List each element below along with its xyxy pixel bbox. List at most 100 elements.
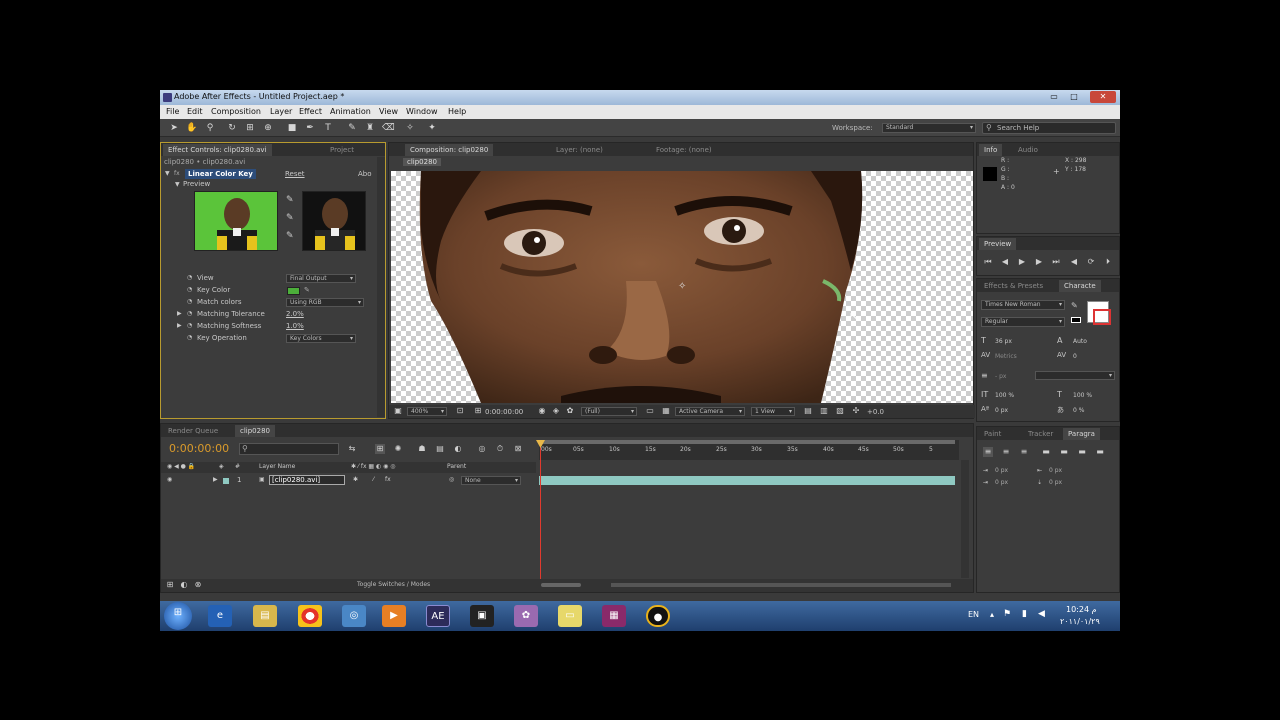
layer-label-color[interactable] bbox=[223, 478, 229, 484]
menu-layer[interactable]: Layer bbox=[270, 107, 292, 116]
hand-tool-icon[interactable]: ✋ bbox=[186, 122, 198, 134]
tab-timeline-comp[interactable]: clip0280 bbox=[235, 425, 275, 437]
menu-animation[interactable]: Animation bbox=[330, 107, 371, 116]
zoom-slider[interactable] bbox=[541, 583, 581, 587]
tab-character[interactable]: Characte bbox=[1059, 280, 1101, 292]
match-colors-dropdown[interactable]: Using RGB bbox=[286, 298, 364, 307]
menu-window[interactable]: Window bbox=[406, 107, 438, 116]
workspace-dropdown[interactable]: Standard bbox=[882, 123, 976, 133]
stroke-style-dropdown[interactable] bbox=[1035, 371, 1115, 380]
reset-link[interactable]: Reset bbox=[285, 170, 305, 178]
justify-right-icon[interactable]: ▬ bbox=[1077, 447, 1087, 457]
first-line-indent-value[interactable]: 0 px bbox=[995, 479, 1008, 486]
text-tool-icon[interactable]: T bbox=[322, 122, 334, 134]
tab-render-queue[interactable]: Render Queue bbox=[163, 425, 223, 437]
view-dropdown[interactable]: Final Output bbox=[286, 274, 356, 283]
motion-blur-icon[interactable]: ◐ bbox=[453, 444, 463, 454]
timeline-current-time[interactable]: 0:00:00:00 bbox=[169, 442, 229, 455]
expand-arrow-icon[interactable]: ▶ bbox=[177, 310, 182, 317]
camera-tool-icon[interactable]: ⊞ bbox=[244, 122, 256, 134]
justify-center-icon[interactable]: ▬ bbox=[1059, 447, 1069, 457]
tab-paint[interactable]: Paint bbox=[979, 428, 1006, 440]
tab-paragraph[interactable]: Paragra bbox=[1063, 428, 1100, 440]
audio-icon[interactable]: ◀ bbox=[1069, 257, 1079, 267]
draft-3d-icon[interactable]: ✺ bbox=[393, 444, 403, 454]
tab-tracker[interactable]: Tracker bbox=[1023, 428, 1058, 440]
key-color-swatch[interactable] bbox=[287, 287, 300, 295]
view-layout-dropdown[interactable]: 1 View bbox=[751, 407, 795, 416]
space-after-value[interactable]: 0 px bbox=[1049, 479, 1062, 486]
stroke-color-swatch[interactable] bbox=[1093, 309, 1111, 325]
current-time-indicator[interactable] bbox=[540, 440, 541, 592]
tab-composition[interactable]: Composition: clip0280 bbox=[405, 144, 494, 156]
toggle-switches-modes-button[interactable]: Toggle Switches / Modes bbox=[357, 581, 430, 588]
media-player-icon[interactable]: ▶ bbox=[382, 605, 406, 627]
media-icon[interactable]: ◎ bbox=[342, 605, 366, 627]
stroke-width-value[interactable]: - px bbox=[995, 373, 1006, 380]
flag-icon[interactable]: ⚑ bbox=[1003, 609, 1011, 619]
winrar-icon[interactable]: ▦ bbox=[602, 605, 626, 627]
roto-brush-tool-icon[interactable]: ✧ bbox=[404, 122, 416, 134]
minimize-button[interactable]: ▭ bbox=[1046, 91, 1062, 103]
brush-tool-icon[interactable]: ✎ bbox=[346, 122, 358, 134]
font-style-dropdown[interactable]: Regular bbox=[981, 317, 1065, 327]
tab-preview[interactable]: Preview bbox=[979, 238, 1017, 250]
align-center-icon[interactable]: ≡ bbox=[1001, 447, 1011, 457]
clone-stamp-tool-icon[interactable]: ♜ bbox=[364, 122, 376, 134]
font-size-value[interactable]: 36 px bbox=[995, 338, 1012, 345]
exposure-value[interactable]: +0.0 bbox=[867, 408, 884, 416]
live-update-icon[interactable]: ⊞ bbox=[375, 444, 385, 454]
comp-name-tab[interactable]: clip0280 bbox=[403, 158, 441, 166]
tracking-value[interactable]: 0 bbox=[1073, 353, 1077, 360]
close-button[interactable]: ✕ bbox=[1090, 91, 1116, 103]
notes-icon[interactable]: ▭ bbox=[558, 605, 582, 627]
auto-keyframe-icon[interactable]: ⏱ bbox=[495, 444, 505, 454]
tab-effect-controls[interactable]: Effect Controls: clip0280.avi bbox=[163, 144, 272, 156]
comp-mini-flowchart-icon[interactable]: ⇆ bbox=[347, 444, 357, 454]
tray-arrow-icon[interactable]: ▴ bbox=[990, 610, 994, 619]
snapshot-icon[interactable]: ◉ bbox=[537, 406, 547, 416]
composition-viewer[interactable]: ✧ ↖ bbox=[391, 171, 973, 403]
video-visibility-icon[interactable]: ◉ bbox=[167, 476, 172, 483]
first-frame-icon[interactable]: ⏮ bbox=[983, 257, 993, 267]
justify-left-icon[interactable]: ▬ bbox=[1041, 447, 1051, 457]
menu-edit[interactable]: Edit bbox=[187, 107, 203, 116]
layer-duration-bar[interactable] bbox=[539, 476, 955, 485]
internet-explorer-icon[interactable]: e bbox=[208, 605, 232, 627]
table-row[interactable]: ◉ ▶ 1 ▣ [clip0280.avi] ✱ ⁄ fx ◎ None bbox=[161, 475, 536, 487]
menu-composition[interactable]: Composition bbox=[211, 107, 261, 116]
brainstorm-icon[interactable]: ◎ bbox=[477, 444, 487, 454]
tab-layer[interactable]: Layer: (none) bbox=[551, 144, 608, 156]
camera-dropdown[interactable]: Active Camera bbox=[675, 407, 745, 416]
kmplayer-icon[interactable]: ● bbox=[646, 605, 670, 627]
stopwatch-icon[interactable]: ◔ bbox=[187, 334, 192, 341]
kerning-value[interactable]: Metrics bbox=[995, 353, 1017, 360]
show-snapshot-icon[interactable]: ◈ bbox=[551, 406, 561, 416]
camera-app-icon[interactable]: ▣ bbox=[470, 605, 494, 627]
pick-whip-icon[interactable]: ◎ bbox=[449, 476, 454, 483]
safe-margins-icon[interactable]: ⊡ bbox=[455, 406, 465, 416]
loop-icon[interactable]: ⟳ bbox=[1086, 257, 1096, 267]
leading-value[interactable]: Auto bbox=[1073, 338, 1087, 345]
stopwatch-icon[interactable]: ◔ bbox=[187, 322, 192, 329]
pan-behind-tool-icon[interactable]: ⊕ bbox=[262, 122, 274, 134]
maximize-button[interactable]: □ bbox=[1066, 91, 1082, 103]
tolerance-value[interactable]: 2.0% bbox=[286, 310, 304, 318]
layer-switches-icon[interactable]: ⊞ bbox=[165, 580, 175, 590]
transparency-grid-icon[interactable]: ▦ bbox=[661, 406, 671, 416]
layer-name[interactable]: [clip0280.avi] bbox=[269, 475, 345, 485]
align-left-icon[interactable]: ≡ bbox=[983, 447, 993, 457]
previous-frame-icon[interactable]: ◀ bbox=[1000, 257, 1010, 267]
effect-name[interactable]: Linear Color Key bbox=[185, 169, 256, 179]
channel-icon[interactable]: ✿ bbox=[565, 406, 575, 416]
layer-name-header[interactable]: Layer Name bbox=[259, 463, 295, 470]
collapse-switch-icon[interactable]: ✱ bbox=[353, 476, 358, 483]
puppet-tool-icon[interactable]: ✦ bbox=[426, 122, 438, 134]
menu-effect[interactable]: Effect bbox=[299, 107, 322, 116]
parent-header[interactable]: Parent bbox=[447, 463, 466, 470]
fast-preview-icon[interactable]: ▥ bbox=[819, 406, 829, 416]
flowchart-icon[interactable]: ✣ bbox=[851, 406, 861, 416]
tab-project[interactable]: Project bbox=[325, 144, 359, 156]
mask-visibility-icon[interactable]: ⊞ bbox=[473, 406, 483, 416]
timeline-search-input[interactable]: ⚲ bbox=[239, 443, 339, 455]
